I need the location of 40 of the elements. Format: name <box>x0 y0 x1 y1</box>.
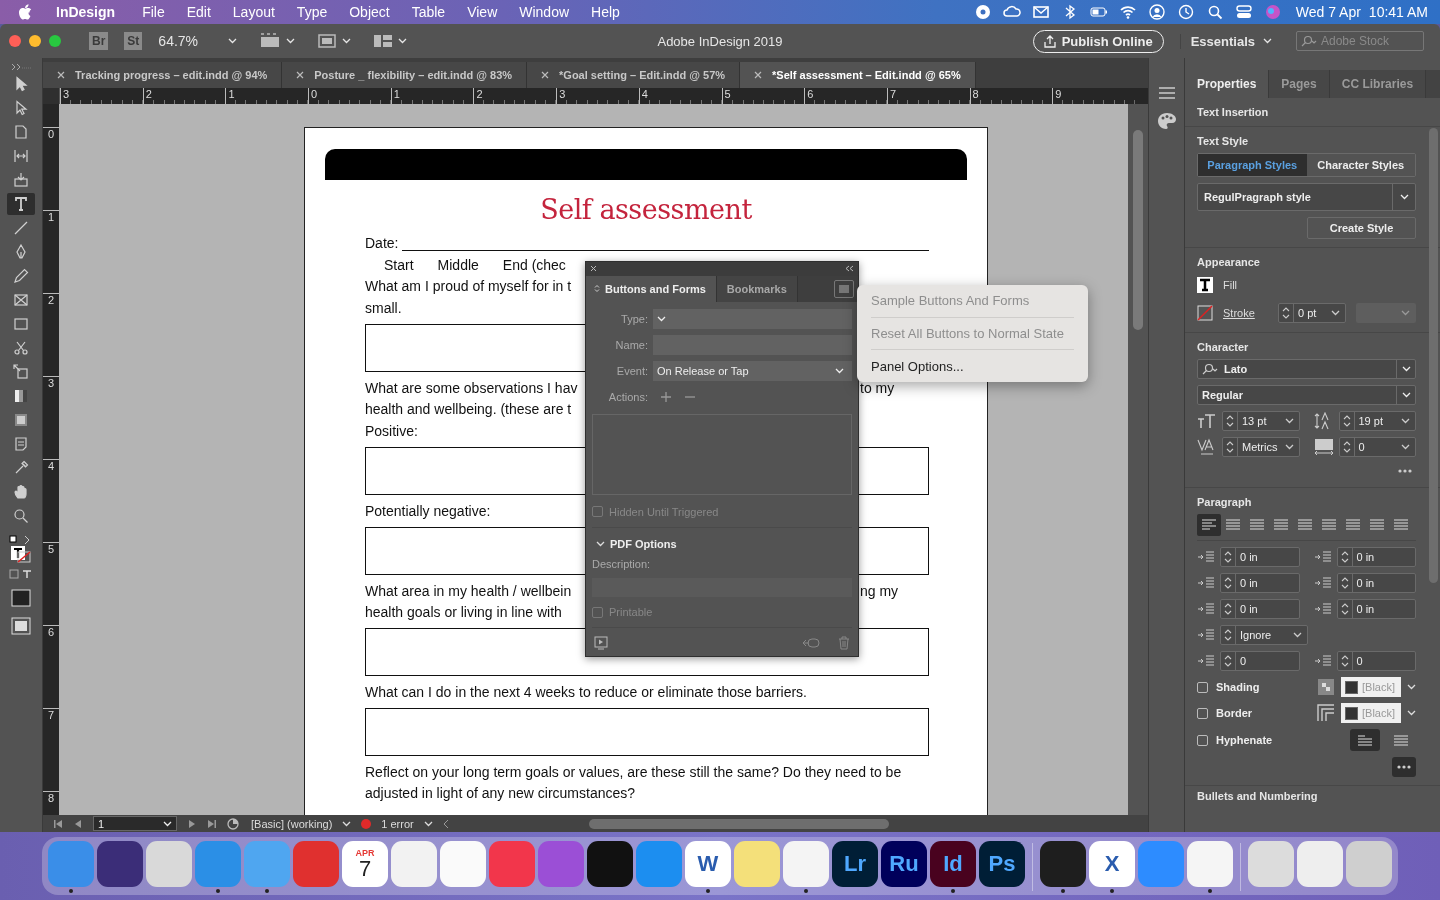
question-text: What can I do in the next 4 weeks to reduce or eliminate those barriers. <box>365 683 807 700</box>
field-label: Actions: <box>607 390 648 403</box>
question-text: adjusted in light of any new circumstances? <box>365 785 636 802</box>
fill-label: Fill <box>1223 279 1238 291</box>
ruler-number: 9 <box>1052 88 1135 104</box>
question-text: What are some observations I hav <box>365 378 579 398</box>
field-label: Event: <box>615 364 648 377</box>
ruler-number: 0 <box>308 88 391 104</box>
question-text: health goals or living in line with <box>365 603 563 623</box>
field-label: Type: <box>620 312 648 325</box>
document-title: Self assessment <box>539 194 753 225</box>
section-heading: Bullets and Numbering <box>1196 789 1319 804</box>
ruler-number: 7 <box>886 88 970 104</box>
ruler-number: 6 <box>804 88 887 104</box>
question-text: Potentially negative: <box>365 501 492 521</box>
question-text: small. <box>365 299 403 319</box>
stage-label: Middle <box>437 255 479 275</box>
question-text: What am I proud of myself for in t <box>365 277 573 297</box>
question-text: Reflect on your long term goals or values, are these still the same? Do they need to be <box>365 763 902 780</box>
window-title: Adobe InDesign 2019 <box>657 33 783 49</box>
section-heading: Text Style <box>1197 135 1250 147</box>
question-text: health and wellbeing. (these are t <box>365 400 573 420</box>
stage-label: Start <box>384 255 414 275</box>
ruler-number: 1 <box>225 88 309 104</box>
question-text: What area in my health / wellbein <box>365 581 573 601</box>
field-label: Name: <box>614 338 648 351</box>
question-text: to my <box>860 378 896 398</box>
ruler-number: 2 <box>473 88 557 104</box>
section-heading: Character <box>1197 341 1250 353</box>
stage-label: End (chec <box>502 255 566 275</box>
ruler-number: 3 <box>60 88 143 104</box>
section-heading: Paragraph <box>1197 496 1253 508</box>
question-text: Positive: <box>365 422 419 442</box>
section-heading: Appearance <box>1197 256 1261 268</box>
section-heading: Text Insertion <box>1197 106 1270 118</box>
ruler-number: 4 <box>638 88 722 104</box>
date-label: Date: <box>365 234 399 253</box>
question-text: ng my <box>860 581 900 601</box>
ruler-number: 3 <box>556 88 639 104</box>
field-label: Description: <box>591 557 652 572</box>
